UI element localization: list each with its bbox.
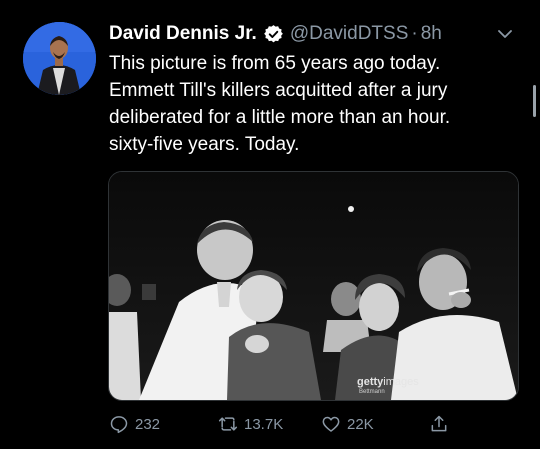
verified-badge-icon bbox=[264, 24, 283, 44]
scrollbar[interactable] bbox=[533, 85, 536, 117]
tweet-text-line: Emmett Till's killers acquitted after a … bbox=[109, 80, 448, 101]
tweet-actions: 232 13.7K 22K bbox=[109, 410, 529, 438]
tweet[interactable]: David Dennis Jr. @DavidDTSS · 8h This pi… bbox=[0, 0, 540, 449]
author-handle[interactable]: @DavidDTSS bbox=[290, 23, 409, 45]
dot-separator: · bbox=[411, 23, 418, 44]
tweet-text-line: sixty-five years. Today. bbox=[109, 134, 300, 155]
share-icon bbox=[431, 415, 447, 432]
like-count: 22K bbox=[347, 415, 374, 433]
tweet-header: David Dennis Jr. @DavidDTSS · 8h bbox=[109, 19, 442, 49]
avatar[interactable] bbox=[23, 22, 96, 95]
chevron-down-icon[interactable] bbox=[496, 27, 514, 41]
like-button[interactable]: 22K bbox=[321, 410, 374, 438]
author-name[interactable]: David Dennis Jr. bbox=[109, 23, 257, 45]
watermark-credit: Bettmann bbox=[359, 389, 385, 395]
reply-count: 232 bbox=[135, 415, 161, 433]
reply-button[interactable]: 232 bbox=[109, 410, 160, 438]
watermark-brand-suffix: images bbox=[383, 376, 419, 388]
retweet-count: 13.7K bbox=[244, 415, 284, 433]
retweet-icon bbox=[218, 417, 238, 431]
tweet-text-line: deliberated for a little more than an ho… bbox=[109, 107, 451, 128]
tweet-text: This picture is from 65 years ago today.… bbox=[109, 50, 529, 158]
getty-watermark: gettyimages bbox=[357, 376, 419, 388]
share-button[interactable] bbox=[429, 410, 455, 438]
like-icon bbox=[322, 416, 340, 432]
retweet-button[interactable]: 13.7K bbox=[218, 410, 283, 438]
tweet-timestamp[interactable]: 8h bbox=[421, 23, 442, 45]
watermark-brand: getty bbox=[357, 376, 384, 388]
tweet-text-line: This picture is from 65 years ago today. bbox=[109, 53, 441, 74]
reply-icon bbox=[110, 416, 128, 434]
tweet-photo[interactable] bbox=[108, 171, 519, 401]
